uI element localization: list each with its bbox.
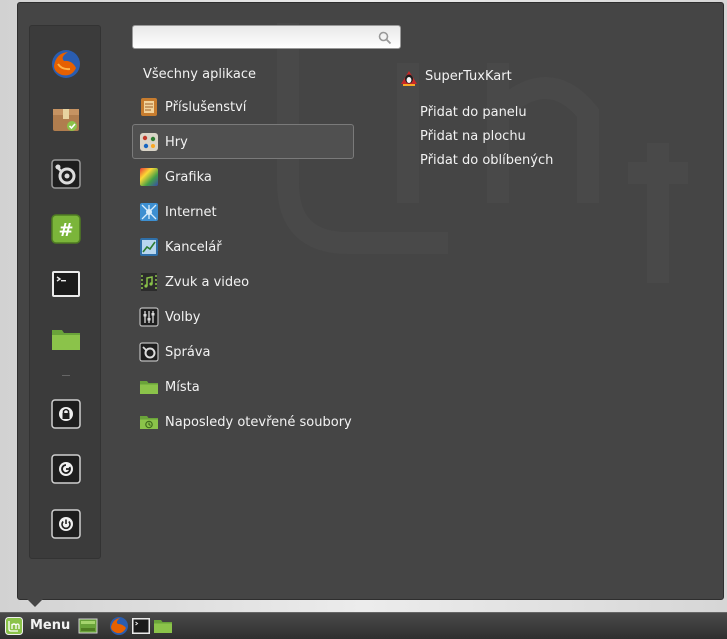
favorite-files[interactable] [50, 323, 82, 355]
taskbar-files[interactable] [153, 616, 173, 636]
places-folder-icon [139, 377, 159, 397]
favorite-terminal[interactable] [50, 268, 82, 300]
show-desktop-icon [78, 618, 98, 634]
firefox-icon [52, 50, 80, 78]
shutdown-button[interactable] [50, 508, 82, 540]
category-administration[interactable]: Správa [132, 334, 354, 369]
folder-icon [154, 620, 172, 633]
logout-icon [51, 454, 81, 484]
category-label: Hry [165, 135, 188, 150]
supertuxkart-icon [401, 71, 417, 86]
firefox-icon [110, 617, 128, 635]
graphics-icon [139, 167, 159, 187]
favorite-software-manager[interactable] [50, 103, 82, 135]
favorites-sidebar: # [29, 25, 101, 559]
search-input[interactable] [141, 28, 371, 46]
category-preferences[interactable]: Volby [132, 299, 354, 334]
favorite-firefox[interactable] [50, 48, 82, 80]
accessories-icon [139, 97, 159, 117]
multimedia-icon [139, 272, 159, 292]
administration-icon [139, 342, 159, 362]
lock-icon [51, 399, 81, 429]
menu-pointer-arrow [27, 599, 43, 607]
application-menu: # Všechny aplikace Příslušenství Hry Gra… [17, 2, 724, 600]
settings-icon [51, 159, 81, 189]
category-graphics[interactable]: Grafika [132, 159, 354, 194]
add-to-favorites-option[interactable]: Přidat do oblíbených [420, 150, 553, 172]
category-label: Internet [165, 205, 217, 220]
category-label: Volby [165, 310, 201, 325]
terminal-icon [132, 618, 150, 634]
category-label: Grafika [165, 170, 212, 185]
all-applications-button[interactable]: Všechny aplikace [143, 65, 256, 85]
internet-icon [139, 202, 159, 222]
category-label: Zvuk a video [165, 275, 250, 290]
favorites-separator [62, 375, 70, 376]
taskbar-firefox[interactable] [109, 616, 129, 636]
power-icon [51, 509, 81, 539]
category-label: Příslušenství [165, 100, 247, 115]
category-label: Správa [165, 345, 211, 360]
menu-button[interactable]: Menu [3, 615, 73, 637]
app-name: SuperTuxKart [425, 69, 512, 84]
category-label: Místa [165, 380, 200, 395]
app-supertuxkart[interactable]: SuperTuxKart [399, 65, 599, 89]
add-to-panel-option[interactable]: Přidat do panelu [420, 102, 527, 124]
svg-text:#: # [58, 220, 73, 241]
folder-icon [52, 330, 80, 350]
package-icon [53, 109, 79, 131]
category-label: Naposledy otevřené soubory [165, 415, 352, 430]
games-icon [139, 132, 159, 152]
category-accessories[interactable]: Příslušenství [132, 89, 354, 124]
recent-files-icon [139, 412, 159, 432]
category-recent-files[interactable]: Naposledy otevřené soubory [132, 404, 354, 439]
category-places[interactable]: Místa [132, 369, 354, 404]
menu-label: Menu [30, 618, 71, 633]
search-icon[interactable] [378, 31, 392, 45]
taskbar-terminal[interactable] [131, 616, 151, 636]
category-label: Kancelář [165, 240, 222, 255]
add-to-desktop-option[interactable]: Přidat na plochu [420, 126, 526, 148]
show-desktop-button[interactable] [78, 616, 98, 636]
mint-logo-icon [5, 617, 23, 635]
category-games[interactable]: Hry [132, 124, 354, 159]
taskbar: Menu [0, 612, 727, 639]
preferences-icon [139, 307, 159, 327]
hash-terminal-icon: # [51, 214, 81, 244]
category-internet[interactable]: Internet [132, 194, 354, 229]
favorite-hash-terminal[interactable]: # [50, 213, 82, 245]
lock-screen-button[interactable] [50, 398, 82, 430]
category-multimedia[interactable]: Zvuk a video [132, 264, 354, 299]
terminal-icon [52, 271, 80, 297]
logout-button[interactable] [50, 453, 82, 485]
office-icon [139, 237, 159, 257]
favorite-system-settings[interactable] [50, 158, 82, 190]
category-office[interactable]: Kancelář [132, 229, 354, 264]
search-box [132, 25, 401, 49]
